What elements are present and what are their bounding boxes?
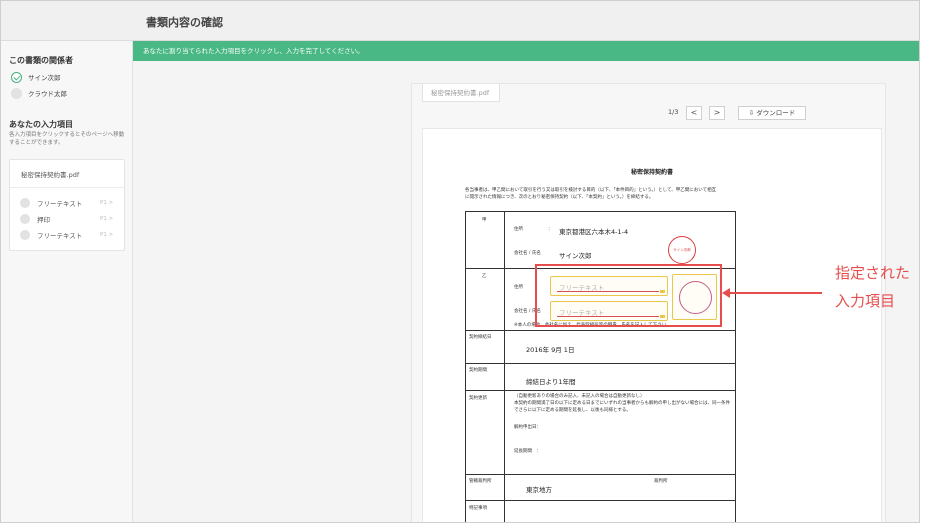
input-item-free-text-1[interactable]: フリーテキスト P1 > [20,196,124,210]
party-a-label: 甲 [482,218,487,223]
callout-line-1: 指定された [835,264,911,282]
page-link: P1 > [100,232,114,238]
address-label: 住所 [514,227,523,232]
parties-heading: この書類の関係者 [9,56,73,65]
pending-icon [20,198,30,208]
cancel-label: 解約申出日： [514,425,541,430]
download-label: ダウンロード [756,109,796,117]
extend-label: 延長期間 ： [514,449,541,454]
pending-icon [20,214,30,224]
contract-date-label: 契約締結日 [469,335,492,340]
page-indicator: 1/3 [668,108,679,116]
divider [10,187,124,188]
document-title: 秘密保持契約書 [630,169,673,176]
header-bar: 書類内容の確認 [1,1,919,41]
document-name: 秘密保持契約書.pdf [21,171,80,179]
page-link: P1 > [100,200,114,206]
pending-icon [20,230,30,240]
app-window: 書類内容の確認 この書類の関係者 サイン次郎 クラウド太郎 あなたの入力項目 各… [0,0,920,523]
renewal-text-1: （自動更新ありの場合のみ記入、未記入の場合は自動更新なし） [514,394,645,399]
callout-line-2: 入力項目 [835,292,896,310]
check-icon [11,71,22,83]
address-value: 東京都港区六本木4-1-4 [559,228,629,236]
table-rule [466,363,735,364]
court-label: 管轄裁判所 [469,479,492,484]
table-rule [466,500,735,501]
period-label: 契約期間 [469,368,487,373]
stamp-text: サイン次郎 [673,248,691,252]
chevron-left-icon: < [690,108,698,117]
party-name: クラウド太郎 [28,90,67,98]
pending-icon [11,87,22,99]
contract-table: 甲 住所 ： 東京都港区六本木4-1-4 会社名 / 氏名 サイン次郎 サイン次… [465,211,736,522]
court-value: 東京地方 [526,486,552,494]
special-label: 特記事項 [469,506,487,511]
download-icon: ⇩ [748,109,755,117]
page-title: 書類内容の確認 [146,16,223,29]
contract-date-value: 2016年 9月 1日 [526,346,575,354]
party-b-label: 乙 [482,274,487,279]
party-item-sign-jiro[interactable]: サイン次郎 [11,71,61,83]
download-button[interactable]: ⇩ ダウンロード [738,106,806,120]
next-page-button[interactable]: > [709,106,725,120]
court-suffix: 裁判所 [654,479,668,484]
party-item-cloud-taro[interactable]: クラウド太郎 [11,87,67,99]
inputs-heading: あなたの入力項目 [9,120,73,129]
table-rule [466,330,735,331]
renewal-text-2: 本契約の期間満了日の以下に定める日までにいずれの当事者からも解約の申し出がない場… [514,401,730,413]
table-rule [504,212,505,522]
page-link: P1 > [100,216,114,222]
input-item-seal[interactable]: 押印 P1 > [20,212,124,226]
inputs-description: 各入力項目をクリックするとそのページへ移動することができます。 [9,132,125,146]
main-area: あなたに割り当てられた入力項目をクリックし、入力を完了してください。 秘密保持契… [133,41,919,522]
document-intro: 各当事者は、甲乙間において取引を行う又は取引を検討する目的（以下、「本件目的」と… [465,188,717,200]
prev-page-button[interactable]: < [686,106,702,120]
arrow-line [724,292,822,294]
company-label: 会社名 / 氏名 [514,251,541,256]
address-label: 住所 [514,285,523,290]
table-rule [466,390,735,391]
instruction-banner: あなたに割り当てられた入力項目をクリックし、入力を完了してください。 [133,41,919,61]
input-item-label: 押印 [37,216,50,224]
table-rule [466,474,735,475]
document-tab[interactable]: 秘密保持契約書.pdf [422,84,500,102]
signer-value: サイン次郎 [559,252,592,260]
party-name: サイン次郎 [28,74,61,82]
sidebar: この書類の関係者 サイン次郎 クラウド太郎 あなたの入力項目 各入力項目をクリッ… [1,41,133,522]
input-item-label: フリーテキスト [37,232,83,240]
highlight-box [535,264,722,327]
signer-stamp: サイン次郎 [668,236,696,264]
address-colon: ： [548,227,553,232]
renewal-label: 契約更新 [469,396,487,401]
period-value: 締結日より1年間 [526,378,576,386]
input-list-card: 秘密保持契約書.pdf フリーテキスト P1 > 押印 P1 > フリーテキスト… [9,159,125,251]
input-item-label: フリーテキスト [37,200,83,208]
input-item-free-text-2[interactable]: フリーテキスト P1 > [20,228,124,242]
chevron-right-icon: > [713,108,721,117]
